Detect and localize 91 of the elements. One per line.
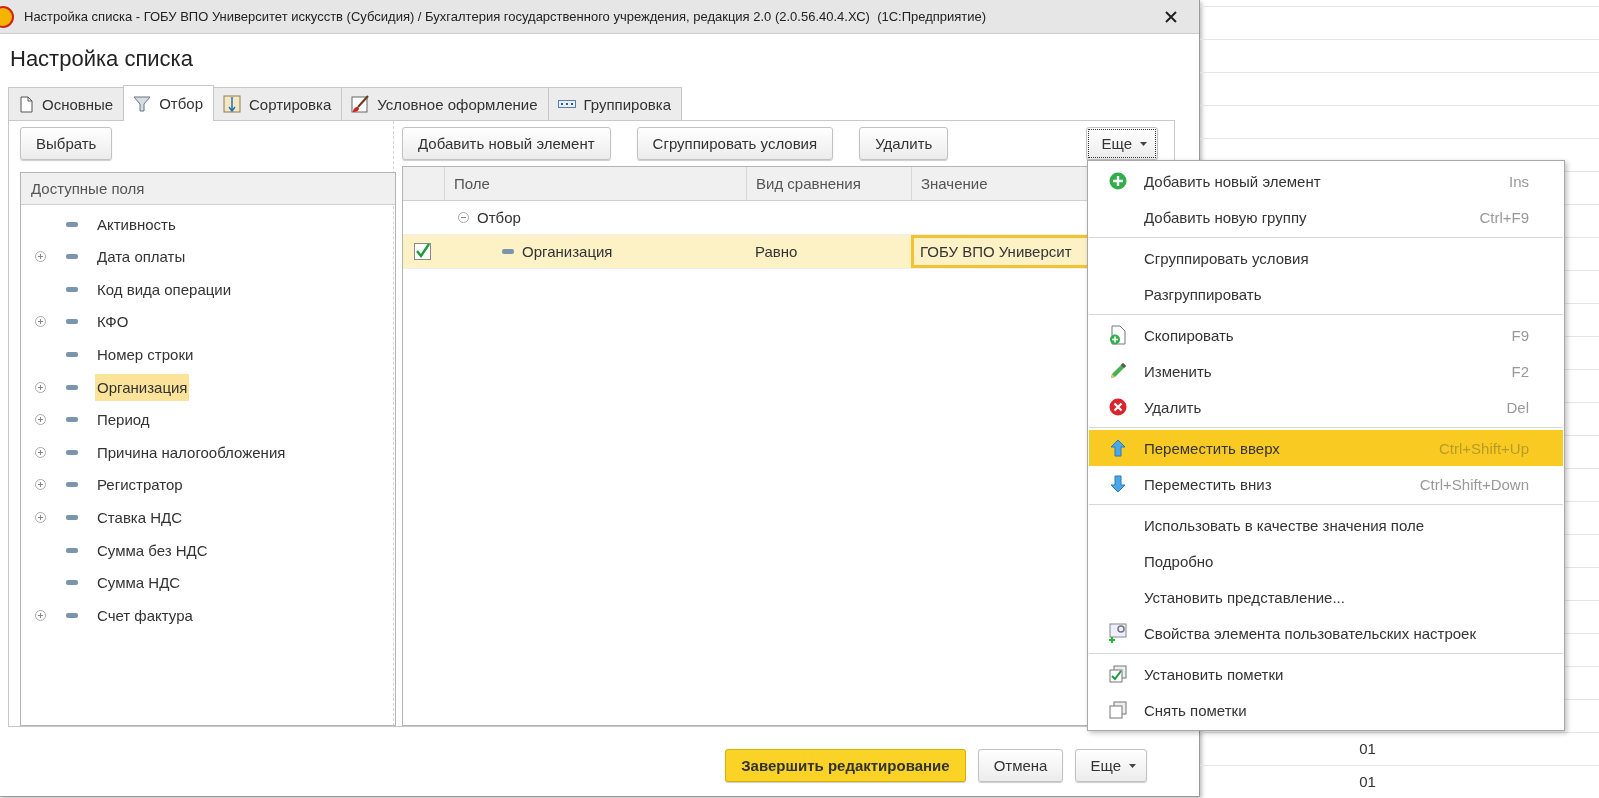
tree-item[interactable]: Сумма НДС — [95, 569, 183, 597]
expand-icon[interactable] — [35, 446, 46, 458]
settings-icon — [1107, 623, 1128, 643]
menu-item[interactable]: Удалить Del — [1089, 389, 1563, 425]
tree-item[interactable]: Период — [95, 406, 152, 434]
expand-icon[interactable] — [35, 511, 46, 523]
menu-item[interactable]: Скопировать F9 — [1089, 317, 1563, 353]
expand-icon[interactable] — [35, 316, 46, 328]
menu-item[interactable]: Переместить вверх Ctrl+Shift+Up — [1089, 430, 1563, 466]
checkbox[interactable] — [414, 243, 431, 260]
collapse-icon[interactable] — [458, 212, 469, 223]
more-button[interactable]: Еще — [1075, 749, 1147, 782]
field-icon — [66, 514, 78, 520]
tree-item[interactable]: Ставка НДС — [95, 503, 185, 531]
sort-icon — [223, 95, 241, 113]
tree-item[interactable]: Счет фактура — [95, 601, 195, 629]
checkbox-stack-icon — [1108, 665, 1127, 683]
field-icon — [66, 384, 78, 390]
tree-item[interactable]: КФО — [95, 308, 131, 336]
tree-item[interactable]: Дата оплаты — [95, 243, 188, 271]
toolbar-button[interactable]: Удалить — [859, 127, 949, 160]
tab[interactable]: Условное оформление — [341, 87, 549, 120]
dialog-heading: Настройка списка — [9, 45, 194, 73]
checkbox-stack-icon — [1108, 701, 1127, 719]
caret-icon — [1140, 141, 1147, 146]
field-icon — [66, 580, 78, 586]
field-icon — [66, 319, 78, 325]
tab[interactable]: Группировка — [547, 87, 682, 120]
menu-item[interactable]: Снять пометки — [1089, 692, 1563, 728]
field-icon — [66, 351, 78, 357]
select-button[interactable]: Выбрать — [20, 127, 113, 160]
field-icon — [66, 482, 78, 488]
menu-item[interactable]: Изменить F2 — [1089, 353, 1563, 389]
page-icon — [18, 95, 34, 113]
brush-icon — [351, 95, 370, 113]
group-icon — [557, 100, 576, 108]
tab[interactable]: Основные — [8, 87, 125, 120]
funnel-icon — [133, 95, 152, 112]
copy-icon — [1109, 325, 1126, 345]
field-icon — [66, 417, 78, 423]
field-icon — [502, 249, 514, 254]
menu-item[interactable]: Сгруппировать условия — [1089, 240, 1563, 276]
finish-button[interactable]: Завершить редактирование — [725, 749, 966, 782]
expand-icon[interactable] — [35, 381, 46, 393]
expand-icon[interactable] — [35, 251, 46, 263]
toolbar-button[interactable]: Добавить новый элемент — [402, 127, 611, 160]
field-icon — [66, 612, 78, 618]
pencil-icon — [1108, 362, 1127, 380]
field-icon — [66, 286, 78, 292]
table-cell-text: 01 — [1358, 773, 1377, 790]
cancel-button[interactable]: Отмена — [977, 749, 1064, 782]
tab[interactable]: Сортировка — [213, 87, 343, 120]
tree-item[interactable]: Организация — [95, 373, 190, 401]
tree-item[interactable]: Номер строки — [95, 340, 196, 368]
tree-item[interactable]: Регистратор — [95, 471, 185, 499]
menu-item[interactable]: Установить представление... — [1089, 579, 1563, 615]
caret-icon — [1129, 763, 1136, 768]
table-cell-text: 01 — [1358, 740, 1377, 757]
tree-item[interactable]: Сумма без НДС — [95, 536, 210, 564]
plus-icon — [1108, 172, 1127, 190]
down-arrow-icon — [1109, 475, 1126, 493]
column-header: Поле — [444, 167, 746, 200]
menu-item[interactable]: Установить пометки — [1089, 656, 1563, 692]
menu-item[interactable]: Переместить вниз Ctrl+Shift+Down — [1089, 466, 1563, 502]
tab[interactable]: Отбор — [123, 85, 214, 121]
column-header: Вид сравнения — [746, 167, 911, 200]
delete-icon — [1108, 398, 1127, 416]
table-cell: Равно — [755, 243, 798, 260]
menu-item[interactable]: Использовать в качестве значения поле — [1089, 507, 1563, 543]
field-icon — [66, 221, 78, 227]
tree-item[interactable]: Причина налогообложения — [95, 438, 288, 466]
expand-icon[interactable] — [35, 479, 46, 491]
menu-item[interactable]: Разгруппировать — [1089, 276, 1563, 312]
column-header: Доступные поля — [21, 172, 395, 205]
tree-item[interactable]: Активность — [95, 210, 178, 238]
up-arrow-icon — [1109, 439, 1126, 457]
menu-item[interactable]: Добавить новую группу Ctrl+F9 — [1089, 199, 1563, 235]
toolbar-button[interactable]: Сгруппировать условия — [636, 127, 834, 160]
field-icon — [66, 449, 78, 455]
more-button[interactable]: Еще — [1086, 127, 1158, 160]
field-icon — [66, 547, 78, 553]
table-cell: Отбор — [477, 209, 521, 226]
menu-item[interactable]: Свойства элемента пользовательских настроек — [1089, 615, 1563, 651]
table-cell: Организация — [522, 243, 613, 260]
close-icon[interactable] — [1165, 10, 1177, 23]
menu-item[interactable]: Подробно — [1089, 543, 1563, 579]
expand-icon[interactable] — [35, 414, 46, 426]
expand-icon[interactable] — [35, 609, 46, 621]
tree-item[interactable]: Код вида операции — [95, 275, 234, 303]
window-title: Настройка списка - ГОБУ ВПО Университет искусств (Субсидия) / Бухгалтерия государственного учреждения, редакция 2.0 (2.0.56.40.4.ХС) (1С:Предприятие) — [24, 9, 988, 24]
field-icon — [66, 254, 78, 260]
